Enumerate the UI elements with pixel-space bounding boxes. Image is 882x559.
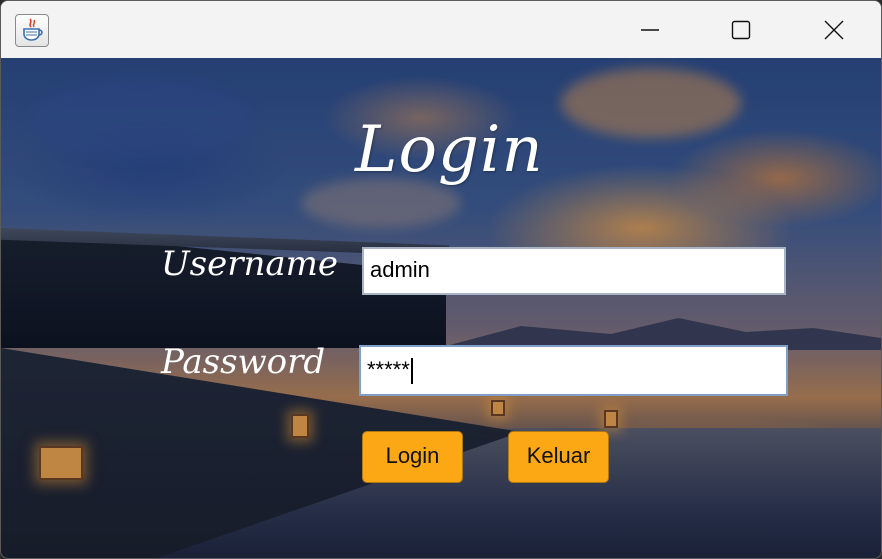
- java-cup-icon[interactable]: [15, 14, 49, 47]
- close-button[interactable]: [788, 1, 880, 58]
- minimize-button[interactable]: [604, 1, 696, 58]
- close-icon: [824, 20, 844, 39]
- title-bar[interactable]: [1, 1, 881, 58]
- minimize-icon: [641, 28, 659, 31]
- username-label: Username: [161, 244, 339, 284]
- text-caret: [410, 358, 413, 385]
- username-field[interactable]: admin: [362, 247, 786, 295]
- login-panel: Login Username admin Password ***** Logi…: [1, 58, 881, 558]
- exit-button[interactable]: Keluar: [508, 431, 609, 483]
- password-label: Password: [161, 342, 326, 382]
- login-button[interactable]: Login: [362, 431, 463, 483]
- maximize-icon: [731, 20, 751, 39]
- password-field[interactable]: *****: [359, 345, 788, 396]
- app-window: Login Username admin Password ***** Logi…: [0, 0, 882, 559]
- maximize-button[interactable]: [695, 1, 787, 58]
- password-value: *****: [367, 357, 410, 382]
- page-title: Login: [355, 113, 544, 187]
